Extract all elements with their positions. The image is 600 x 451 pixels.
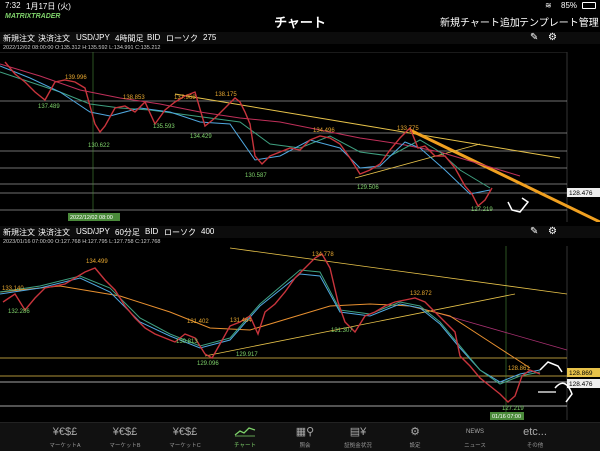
top-ohlc-info: 2022/12/02 08:00:00 O:135.312 H:135.592 … bbox=[3, 45, 161, 51]
wifi-icon: ≋ bbox=[545, 1, 552, 10]
top-price-type-select[interactable]: BID bbox=[147, 33, 160, 42]
top-label-10: 130.587 bbox=[245, 173, 267, 179]
gear-icon[interactable]: ⚙ bbox=[548, 226, 557, 237]
bottom-tab-bar: ¥€$£ マーケットA ¥€$£ マーケットB ¥€$£ マーケットC チャート… bbox=[0, 422, 600, 451]
add-chart-button[interactable]: 新規チャート追加 bbox=[440, 14, 520, 29]
top-label-3: 137.968 bbox=[174, 95, 196, 101]
top-label-1: 137.489 bbox=[38, 104, 60, 110]
tab-market-b[interactable]: ¥€$£ マーケットB bbox=[95, 423, 155, 451]
bottom-label-5: 131.402 bbox=[187, 319, 209, 325]
tab-other[interactable]: etc... その他 bbox=[505, 423, 565, 451]
market-b-icon: ¥€$£ bbox=[112, 426, 138, 438]
bottom-price-tag-1: 128.869 bbox=[569, 370, 593, 377]
pencil-icon[interactable]: ✎ bbox=[530, 32, 538, 43]
bottom-label-3: 134.778 bbox=[312, 252, 334, 258]
bottom-new-order-button[interactable]: 新規注文 bbox=[3, 227, 35, 238]
top-label-0: 139.996 bbox=[65, 75, 87, 81]
top-label-6: 134.429 bbox=[190, 134, 212, 140]
top-price-tag: 128.476 bbox=[569, 190, 593, 197]
bottom-label-7: 130.813 bbox=[176, 339, 198, 345]
top-close-order-button[interactable]: 決済注文 bbox=[38, 33, 70, 44]
yen-icon: ▤¥ bbox=[349, 426, 367, 438]
tab-settings[interactable]: ⚙ 設定 bbox=[385, 423, 445, 451]
pencil-icon[interactable]: ✎ bbox=[530, 226, 538, 237]
bottom-close-order-button[interactable]: 決済注文 bbox=[38, 227, 70, 238]
top-bars-select[interactable]: 275 bbox=[203, 33, 216, 42]
top-label-4: 138.175 bbox=[215, 92, 237, 98]
top-label-8: 134.496 bbox=[313, 128, 335, 134]
search-icon: ▦⚲ bbox=[295, 426, 315, 438]
tab-inquiry[interactable]: ▦⚲ 照会 bbox=[275, 423, 335, 451]
bottom-chart-canvas[interactable]: 134.499 134.778 132.872 131.402 131.464 … bbox=[0, 246, 600, 420]
top-pair-select[interactable]: USD/JPY bbox=[76, 33, 110, 42]
etc-icon: etc... bbox=[523, 426, 547, 438]
chart-icon bbox=[215, 426, 275, 438]
market-c-icon: ¥€$£ bbox=[172, 426, 198, 438]
top-chart-header: 新規注文 決済注文 USD/JPY 4時間足 BID ローソク 275 ✎ ⚙ bbox=[0, 32, 600, 44]
news-icon: NEWS bbox=[466, 429, 484, 435]
tab-news[interactable]: NEWS ニュース bbox=[445, 423, 505, 451]
bottom-cursor-date: 01/16 07:00 bbox=[492, 414, 521, 420]
battery-icon bbox=[582, 2, 596, 9]
top-label-7: 130.622 bbox=[88, 143, 110, 149]
top-new-order-button[interactable]: 新規注文 bbox=[3, 33, 35, 44]
bottom-label-2: 132.286 bbox=[8, 309, 30, 315]
bottom-bars-select[interactable]: 400 bbox=[201, 227, 214, 236]
battery-percent: 85% bbox=[561, 1, 578, 10]
bottom-chart-type-select[interactable]: ローソク bbox=[164, 227, 196, 238]
tab-market-c[interactable]: ¥€$£ マーケットC bbox=[155, 423, 215, 451]
bottom-label-10: 129.096 bbox=[197, 361, 219, 367]
bottom-chart-header: 新規注文 決済注文 USD/JPY 60分足 BID ローソク 400 ✎ ⚙ bbox=[0, 226, 600, 238]
bottom-pair-select[interactable]: USD/JPY bbox=[76, 227, 110, 236]
top-label-5: 135.593 bbox=[153, 124, 175, 130]
top-label-2: 138.853 bbox=[123, 95, 145, 101]
bottom-label-4: 132.872 bbox=[410, 291, 432, 297]
status-time: 7:32 bbox=[5, 1, 21, 10]
bottom-label-6: 131.464 bbox=[230, 318, 252, 324]
tab-margin[interactable]: ▤¥ 証拠金状況 bbox=[328, 423, 388, 451]
top-label-12: 127.219 bbox=[471, 207, 493, 213]
bottom-price-tag-2: 128.476 bbox=[569, 381, 593, 388]
bottom-label-9: 129.917 bbox=[236, 352, 258, 358]
bottom-label-0: 134.499 bbox=[86, 259, 108, 265]
tab-chart[interactable]: チャート bbox=[215, 423, 275, 451]
top-timeframe-select[interactable]: 4時間足 bbox=[115, 33, 143, 44]
bottom-price-type-select[interactable]: BID bbox=[145, 227, 158, 236]
bottom-label-8: 131.307 bbox=[331, 328, 353, 334]
gear-icon[interactable]: ⚙ bbox=[548, 32, 557, 43]
title-bar: MATRIXTRADER チャート 新規チャート追加 テンプレート管理 bbox=[0, 10, 600, 30]
tab-market-a[interactable]: ¥€$£ マーケットA bbox=[35, 423, 95, 451]
top-chart-type-select[interactable]: ローソク bbox=[166, 33, 198, 44]
status-bar: 7:32 1月17日 (火) ≋ 85% bbox=[0, 0, 600, 11]
bottom-label-1: 133.140 bbox=[2, 286, 24, 292]
top-label-11: 129.506 bbox=[357, 185, 379, 191]
top-label-9: 133.775 bbox=[397, 126, 419, 132]
gear-icon: ⚙ bbox=[410, 426, 420, 438]
bottom-ohlc-info: 2023/01/16 07:00:00 O:127.768 H:127.795 … bbox=[3, 239, 161, 245]
market-a-icon: ¥€$£ bbox=[52, 426, 78, 438]
top-cursor-date: 2022/12/02 08:00 bbox=[70, 215, 113, 221]
bottom-label-12: 127.219 bbox=[502, 406, 524, 412]
template-manage-button[interactable]: テンプレート管理 bbox=[519, 14, 599, 29]
bottom-timeframe-select[interactable]: 60分足 bbox=[115, 227, 140, 238]
bottom-label-11: 128.861 bbox=[508, 366, 530, 372]
top-chart-canvas[interactable]: 139.996 138.853 137.968 138.175 134.496 … bbox=[0, 52, 600, 222]
